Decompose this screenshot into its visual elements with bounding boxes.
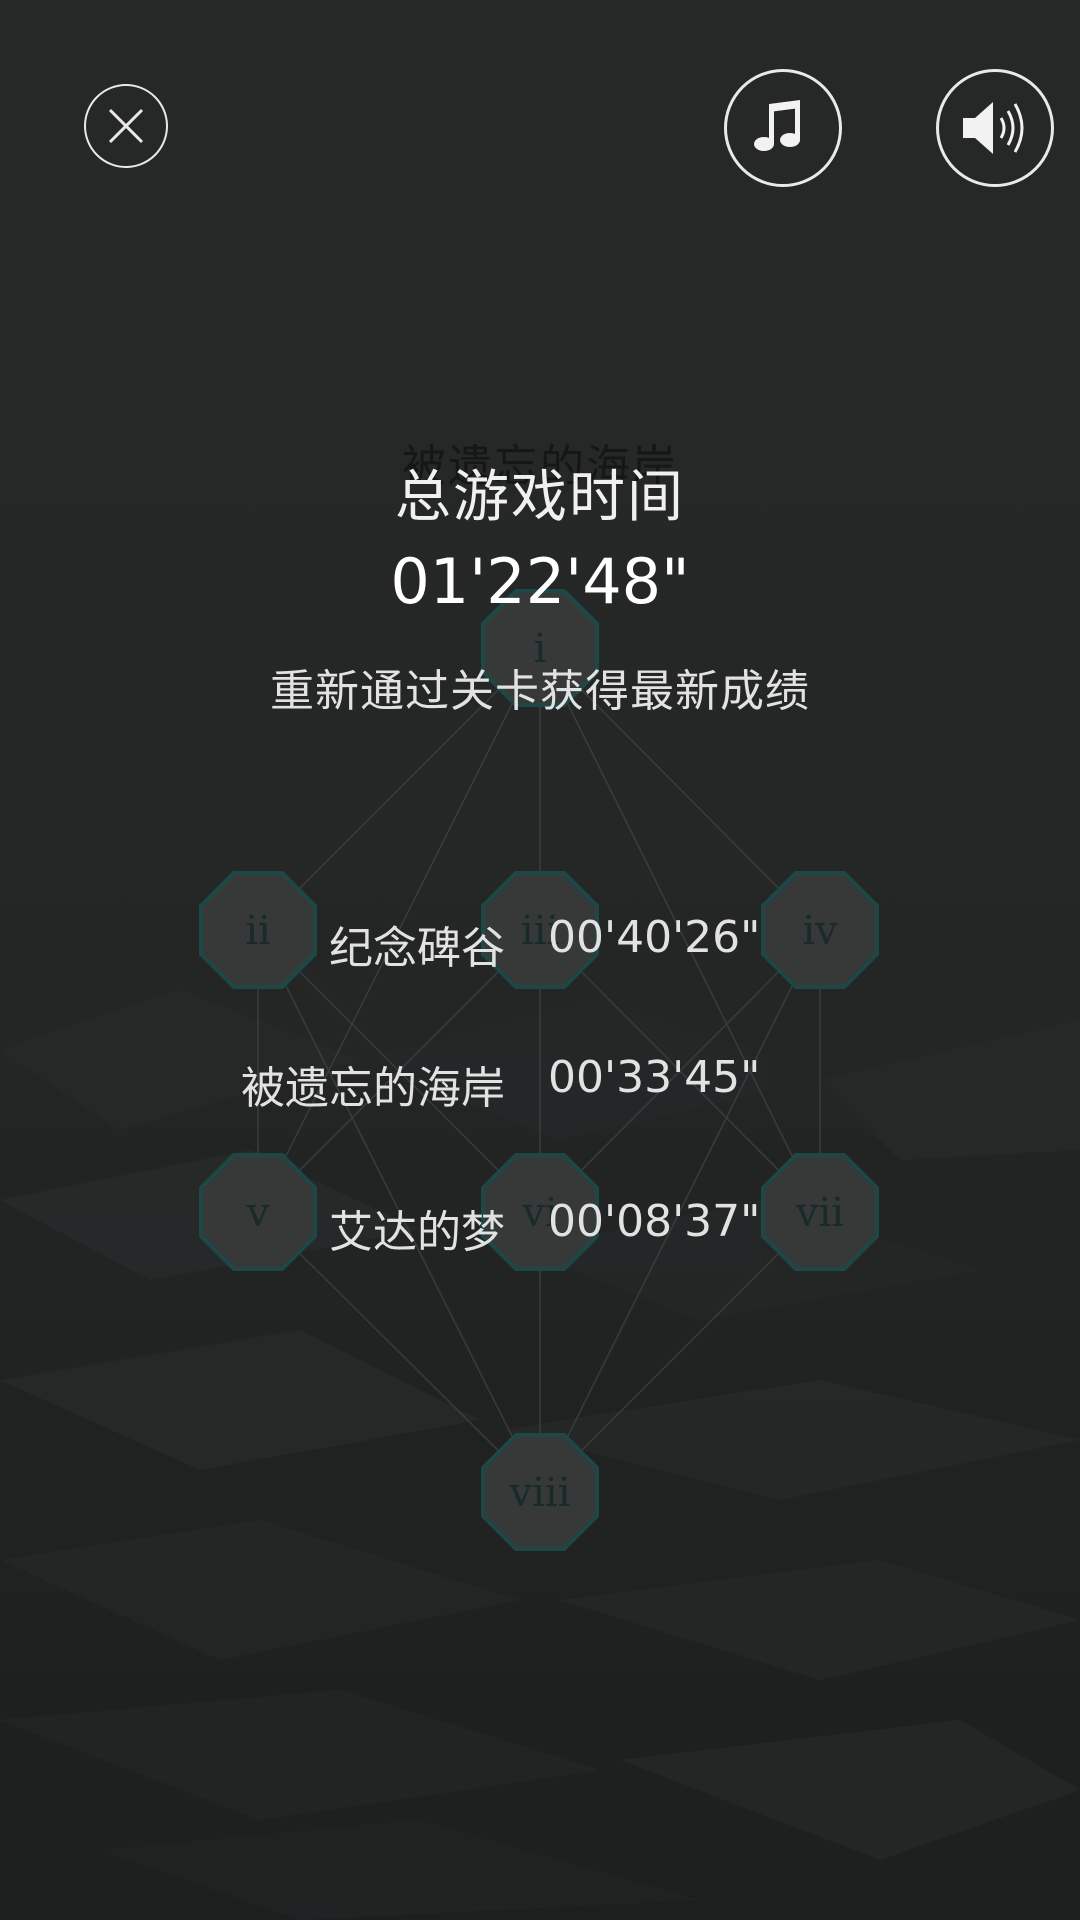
close-button[interactable]	[84, 84, 168, 168]
music-toggle-button[interactable]	[724, 69, 842, 187]
total-play-time-value: 01'22'48"	[390, 545, 690, 618]
level-time: 00'08'37"	[548, 1196, 761, 1247]
level-record-row: 被遗忘的海岸 00'33'45"	[0, 1052, 1080, 1114]
sound-toggle-button[interactable]	[936, 69, 1054, 187]
level-name: 艾达的梦	[329, 1207, 505, 1258]
speaker-volume-icon	[963, 102, 1024, 154]
level-name: 纪念碑谷	[329, 923, 505, 974]
music-note-icon	[754, 100, 800, 151]
replay-hint: 重新通过关卡获得最新成绩	[270, 666, 810, 717]
total-play-time-label: 总游戏时间	[395, 465, 685, 530]
level-time: 00'33'45"	[548, 1052, 761, 1103]
level-name: 被遗忘的海岸	[241, 1063, 505, 1114]
level-time: 00'40'26"	[548, 912, 761, 963]
close-icon	[108, 108, 144, 144]
level-record-row: 纪念碑谷 00'40'26"	[0, 912, 1080, 974]
level-record-row: 艾达的梦 00'08'37"	[0, 1196, 1080, 1258]
